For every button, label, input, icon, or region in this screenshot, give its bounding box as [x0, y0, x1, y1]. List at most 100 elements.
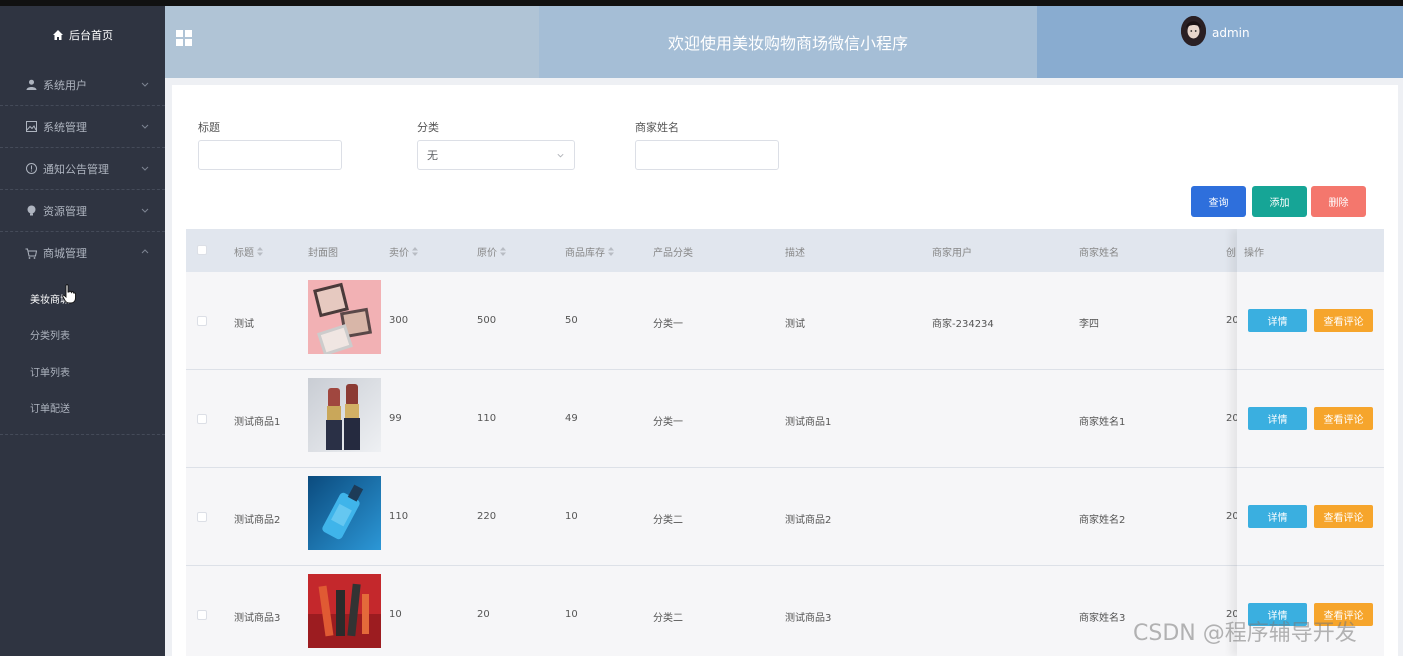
image-icon	[25, 121, 37, 133]
sidebar-item-label: 系统用户	[43, 78, 87, 92]
cell-category: 分类二	[653, 613, 683, 624]
chevron-down-icon	[141, 124, 149, 129]
sort-icon	[608, 247, 614, 256]
operations-row: 详情 查看评论	[1237, 468, 1384, 566]
cell-merchant-name: 商家姓名2	[1079, 515, 1126, 526]
chevron-down-icon	[141, 166, 149, 171]
row-checkbox[interactable]	[197, 316, 207, 326]
cell-description: 测试商品2	[785, 515, 832, 526]
filter-category-value: 无	[427, 149, 438, 162]
chevron-down-icon	[141, 82, 149, 87]
filter-category-label: 分类	[417, 121, 439, 134]
sidebar-home[interactable]: 后台首页	[0, 6, 165, 64]
product-image	[308, 476, 381, 550]
avatar[interactable]	[1181, 16, 1206, 46]
column-header-label: 商品库存	[565, 248, 605, 259]
cell-original-price: 20	[477, 609, 490, 620]
column-header-price[interactable]: 卖价	[389, 244, 418, 259]
sidebar-item-label: 通知公告管理	[43, 162, 109, 176]
detail-button[interactable]: 详情	[1248, 309, 1307, 332]
add-button[interactable]: 添加	[1252, 186, 1307, 217]
column-header-original-price[interactable]: 原价	[477, 244, 506, 259]
column-header-label: 创	[1226, 248, 1236, 259]
column-header-created: 创	[1226, 244, 1236, 259]
cell-description: 测试	[785, 319, 805, 330]
cell-original-price: 500	[477, 315, 497, 326]
column-header-operations: 操作	[1244, 248, 1264, 259]
table-row: 测试 300 500 50 分类一 测试 商家-234234 李四 20	[186, 272, 1384, 370]
operations-header: 操作	[1237, 229, 1384, 272]
grid-menu-icon[interactable]	[176, 30, 192, 46]
product-image	[308, 280, 381, 354]
filter-merchant-label: 商家姓名	[635, 121, 679, 134]
sidebar-home-label: 后台首页	[69, 29, 113, 42]
submenu-item-order-delivery[interactable]: 订单配送	[0, 390, 165, 427]
chevron-down-icon	[557, 153, 564, 158]
cell-stock: 10	[565, 511, 578, 522]
select-all-checkbox[interactable]	[197, 245, 207, 255]
sidebar-item-resources[interactable]: 资源管理	[0, 190, 165, 232]
submenu-item-category-list[interactable]: 分类列表	[0, 317, 165, 354]
cell-title: 测试	[234, 319, 254, 330]
sort-icon	[500, 247, 506, 256]
cell-price: 110	[389, 511, 409, 522]
cell-stock: 49	[565, 413, 578, 424]
view-comments-button[interactable]: 查看评论	[1314, 505, 1373, 528]
submenu-item-beauty-mall[interactable]: 美妆商城	[0, 280, 165, 317]
sidebar-item-notices[interactable]: 通知公告管理	[0, 148, 165, 190]
column-header-label: 产品分类	[653, 248, 693, 259]
query-button[interactable]: 查询	[1191, 186, 1246, 217]
cell-title: 测试商品2	[234, 515, 281, 526]
cell-price: 99	[389, 413, 402, 424]
table-row: 测试商品1 99 110 49 分类一 测试商品1 商家姓名1 20	[186, 370, 1384, 468]
column-header-label: 原价	[477, 248, 497, 259]
column-header-label: 商家用户	[932, 248, 972, 259]
main-content: 标题 分类 无 商家姓名 查询 添加 删除 标题 封面图 卖价 原价 商品库存 …	[172, 85, 1398, 656]
operations-row: 详情 查看评论	[1237, 272, 1384, 370]
column-header-description: 描述	[785, 244, 805, 259]
column-header-label: 卖价	[389, 248, 409, 259]
home-icon	[52, 29, 64, 41]
header-user: admin	[1037, 6, 1403, 78]
delete-button[interactable]: 删除	[1311, 186, 1366, 217]
detail-button[interactable]: 详情	[1248, 505, 1307, 528]
column-header-label: 商家姓名	[1079, 248, 1119, 259]
operations-column: 操作 详情 查看评论 详情 查看评论 详情 查看评论 详情 查看评论	[1237, 229, 1384, 656]
product-table: 标题 封面图 卖价 原价 商品库存 产品分类 描述 商家用户 商家姓名 创 测试…	[186, 229, 1384, 656]
view-comments-button[interactable]: 查看评论	[1314, 407, 1373, 430]
row-checkbox[interactable]	[197, 610, 207, 620]
sidebar-item-system-users[interactable]: 系统用户	[0, 64, 165, 106]
username[interactable]: admin	[1212, 26, 1250, 40]
top-header: 欢迎使用美妆购物商场微信小程序 admin	[165, 6, 1403, 78]
column-header-stock[interactable]: 商品库存	[565, 244, 614, 259]
cell-price: 300	[389, 315, 409, 326]
detail-button[interactable]: 详情	[1248, 407, 1307, 430]
row-checkbox[interactable]	[197, 512, 207, 522]
bulb-icon	[25, 205, 37, 217]
view-comments-button[interactable]: 查看评论	[1314, 309, 1373, 332]
cell-description: 测试商品3	[785, 613, 832, 624]
filter-merchant-input[interactable]	[635, 140, 779, 170]
sidebar-item-mall[interactable]: 商城管理	[0, 232, 165, 274]
filter-title-label: 标题	[198, 121, 220, 134]
product-image	[308, 378, 381, 452]
row-checkbox[interactable]	[197, 414, 207, 424]
column-header-title[interactable]: 标题	[234, 244, 263, 259]
filter-category-select[interactable]: 无	[417, 140, 575, 170]
cell-title: 测试商品1	[234, 417, 281, 428]
product-image	[308, 574, 381, 648]
filter-title-input[interactable]	[198, 140, 342, 170]
cart-icon	[25, 247, 37, 259]
table-row: 测试商品2 110 220 10 分类二 测试商品2 商家姓名2 20	[186, 468, 1384, 566]
cell-merchant-name: 商家姓名1	[1079, 417, 1126, 428]
submenu-item-order-list[interactable]: 订单列表	[0, 353, 165, 390]
cell-description: 测试商品1	[785, 417, 832, 428]
cell-category: 分类二	[653, 515, 683, 526]
column-header-label: 封面图	[308, 248, 338, 259]
watermark-text: CSDN @程序辅导开发	[1133, 621, 1357, 646]
column-header-cover: 封面图	[308, 244, 338, 259]
user-icon	[25, 79, 37, 91]
column-header-label: 描述	[785, 248, 805, 259]
sidebar-item-system-management[interactable]: 系统管理	[0, 106, 165, 148]
sidebar-item-label: 商城管理	[43, 247, 87, 260]
